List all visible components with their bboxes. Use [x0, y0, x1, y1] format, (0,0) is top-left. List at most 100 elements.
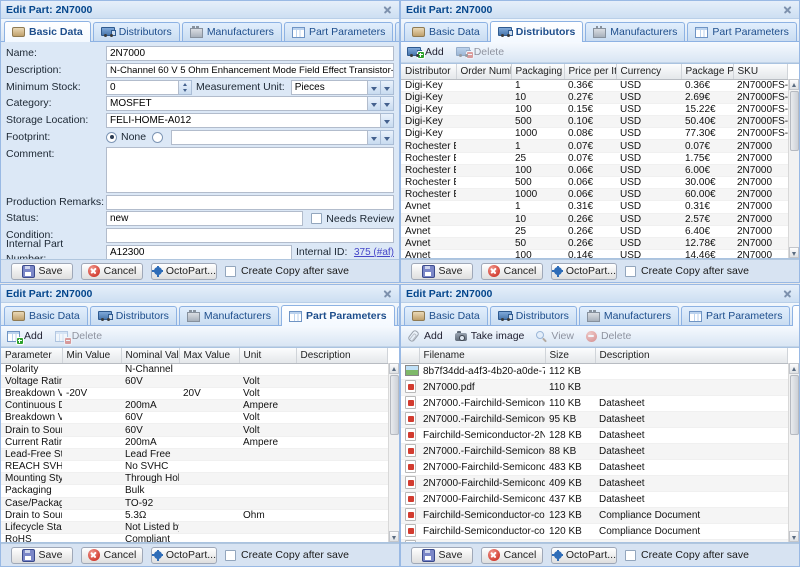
window-titlebar[interactable]: Edit Part: 2N7000: [401, 1, 799, 19]
chevron-down-icon[interactable]: [368, 96, 381, 111]
create-copy-checkbox[interactable]: [625, 266, 636, 277]
save-button[interactable]: Save: [11, 263, 73, 280]
table-row[interactable]: Fairchild-Semiconductor-company-1…401 KB…: [401, 539, 788, 543]
delete-button[interactable]: Delete: [456, 46, 504, 58]
table-row[interactable]: Drain to Sourc…60VVolt: [1, 424, 388, 436]
internal-id-link[interactable]: 375 (#af): [354, 247, 394, 258]
tab-attachments[interactable]: Attachments: [792, 305, 800, 326]
scrollbar-thumb[interactable]: [790, 91, 799, 151]
create-copy-checkbox[interactable]: [225, 550, 236, 561]
delete-button[interactable]: Delete: [586, 330, 631, 342]
table-row[interactable]: Lifecycle StatusNot Listed by …: [1, 521, 388, 533]
table-row[interactable]: Digi-Key1000.15€USD15.22€2N7000FS-ND: [401, 103, 788, 115]
octopart-button[interactable]: OctoPart...: [151, 547, 217, 564]
table-row[interactable]: PolarityN-Channel: [1, 363, 388, 375]
tab-part-parameters[interactable]: Part Parameters: [281, 305, 395, 326]
table-row[interactable]: Mounting StyleThrough Hole: [1, 473, 388, 485]
table-row[interactable]: Voltage Rating …60VVolt: [1, 375, 388, 387]
table-row[interactable]: Digi-Key10.36€USD0.36€2N7000FS-ND: [401, 79, 788, 91]
cancel-button[interactable]: Cancel: [481, 547, 543, 564]
octopart-button[interactable]: OctoPart...: [551, 263, 617, 280]
table-row[interactable]: Breakdown Vo…-20V20VVolt: [1, 387, 388, 399]
table-row[interactable]: PackagingBulk: [1, 485, 388, 497]
table-row[interactable]: Continuous Dr…200mAAmpere: [1, 400, 388, 412]
save-button[interactable]: Save: [411, 263, 473, 280]
column-header[interactable]: Currency: [616, 64, 681, 79]
column-header[interactable]: Max Value: [179, 348, 239, 363]
tab-manufacturers[interactable]: Manufacturers: [179, 306, 279, 325]
needs-review-checkbox[interactable]: [311, 213, 322, 224]
table-row[interactable]: Avnet500.26€USD12.78€2N7000: [401, 237, 788, 249]
table-row[interactable]: Avnet250.26€USD6.40€2N7000: [401, 225, 788, 237]
table-row[interactable]: Lead-Free Stat…Lead Free: [1, 448, 388, 460]
table-row[interactable]: Rochester El…1000.06€USD6.00€2N7000: [401, 164, 788, 176]
close-icon[interactable]: [380, 3, 394, 16]
table-row[interactable]: 2N7000.-Fairchild-Semiconductor-da…110 K…: [401, 395, 788, 411]
tab-manufacturers[interactable]: Manufacturers: [579, 306, 679, 325]
table-row[interactable]: Fairchild-Semiconductor-company-9…120 KB…: [401, 523, 788, 539]
column-header[interactable]: Description: [296, 348, 388, 363]
column-header[interactable]: Size: [545, 348, 595, 363]
scroll-up-icon[interactable]: [789, 79, 799, 90]
condition-field[interactable]: [106, 228, 394, 243]
table-row[interactable]: Fairchild-Semiconductor-2N7000..pdf128 K…: [401, 427, 788, 443]
chevron-down-icon[interactable]: [381, 130, 394, 145]
octopart-button[interactable]: OctoPart...: [151, 263, 217, 280]
tab-manufacturers[interactable]: Manufacturers: [585, 22, 685, 41]
scrollbar-thumb[interactable]: [790, 375, 799, 435]
cancel-button[interactable]: Cancel: [81, 263, 143, 280]
table-row[interactable]: RoHSCompliant: [1, 534, 388, 543]
column-header[interactable]: Parameter: [1, 348, 62, 363]
delete-button[interactable]: Delete: [55, 330, 102, 342]
cancel-button[interactable]: Cancel: [481, 263, 543, 280]
chevron-down-icon[interactable]: [381, 113, 394, 128]
scroll-up-icon[interactable]: [789, 363, 799, 374]
table-row[interactable]: 2N7000-Fairchild-Semiconductor-dat…409 K…: [401, 475, 788, 491]
add-button[interactable]: Add: [407, 46, 444, 58]
column-header[interactable]: SKU: [733, 64, 788, 79]
tab-basic-data[interactable]: Basic Data: [4, 21, 91, 42]
scrollbar[interactable]: [788, 79, 799, 258]
table-row[interactable]: Breakdown Vo…60VVolt: [1, 412, 388, 424]
add-button[interactable]: Add: [7, 330, 43, 342]
scroll-down-icon[interactable]: [789, 247, 799, 258]
window-titlebar[interactable]: Edit Part: 2N7000: [1, 1, 399, 19]
chevron-down-icon[interactable]: [381, 96, 394, 111]
production-remarks-field[interactable]: [106, 195, 394, 210]
take-image-button[interactable]: Take image: [455, 330, 525, 342]
chevron-down-icon[interactable]: [368, 80, 381, 95]
view-button[interactable]: View: [536, 330, 574, 342]
scroll-down-icon[interactable]: [789, 531, 799, 542]
status-field[interactable]: new: [106, 211, 303, 226]
window-titlebar[interactable]: Edit Part: 2N7000: [1, 285, 399, 303]
scrollbar[interactable]: [788, 363, 799, 542]
category-combo[interactable]: MOSFET: [106, 96, 368, 111]
scrollbar[interactable]: [388, 363, 399, 542]
table-row[interactable]: 2N7000-Fairchild-Semiconductor-dat…483 K…: [401, 459, 788, 475]
column-header[interactable]: [401, 348, 419, 363]
footprint-none-radio[interactable]: [106, 132, 117, 143]
column-header[interactable]: Filename: [419, 348, 545, 363]
tab-distributors[interactable]: Distributors: [490, 21, 584, 42]
tab-distributors[interactable]: Distributors: [490, 306, 577, 325]
table-row[interactable]: Avnet10.31€USD0.31€2N7000: [401, 201, 788, 213]
table-row[interactable]: Digi-Key5000.10€USD50.40€2N7000FS-ND: [401, 116, 788, 128]
table-row[interactable]: Current Rating200mAAmpere: [1, 436, 388, 448]
column-header[interactable]: Nominal Value: [121, 348, 179, 363]
scroll-up-icon[interactable]: [389, 363, 399, 374]
create-copy-checkbox[interactable]: [225, 266, 236, 277]
footprint-select-radio[interactable]: [152, 132, 163, 143]
description-field[interactable]: N-Channel 60 V 5 Ohm Enhancement Mode Fi…: [106, 63, 394, 78]
table-row[interactable]: Drain to Sourc…5.3ΩOhm: [1, 509, 388, 521]
tab-basic-data[interactable]: Basic Data: [4, 306, 88, 325]
tab-distributors[interactable]: Distributors: [90, 306, 177, 325]
comment-textarea[interactable]: [106, 147, 394, 193]
table-row[interactable]: REACH SVHC …No SVHC: [1, 461, 388, 473]
tab-manufacturers[interactable]: Manufacturers: [182, 22, 282, 41]
storage-location-combo[interactable]: FELI-HOME-A012: [106, 113, 381, 128]
close-icon[interactable]: [380, 287, 394, 300]
column-header[interactable]: Price per Item: [564, 64, 616, 79]
table-row[interactable]: Rochester El…10.07€USD0.07€2N7000: [401, 140, 788, 152]
internal-part-number-field[interactable]: A12300: [106, 245, 292, 259]
table-row[interactable]: Case/PackageTO-92: [1, 497, 388, 509]
